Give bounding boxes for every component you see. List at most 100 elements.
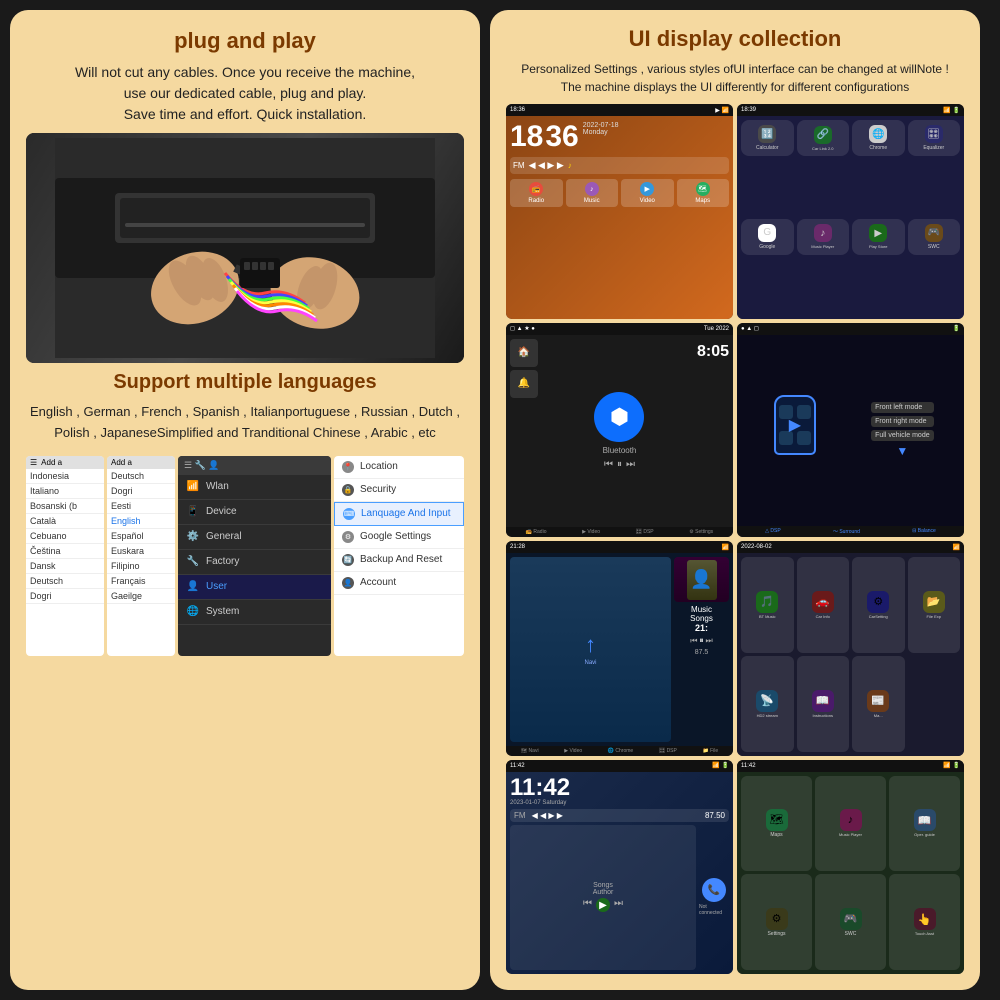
ui2-content: 🔢 Calculator 🔗 Car Link 2.0 🌐 Chrome 🎛 E…	[737, 116, 964, 319]
ui-screenshot-1: 18:36▶ 📶 18 36 2022-07-18 Monday FM ◀ ◀ …	[506, 104, 733, 319]
settings-main-menu: ☰ 🔧 👤 📶 Wlan 📱 Device ⚙️ General 🔧 Facto…	[178, 456, 331, 656]
lang-item: Bosanski (b	[26, 499, 104, 514]
status-bar-1: 18:36▶ 📶	[506, 104, 733, 116]
menu-wlan[interactable]: 📶 Wlan	[178, 475, 331, 500]
settings-mockup: ☰Add a Indonesia Italiano Bosanski (b Ca…	[26, 456, 464, 656]
lang-list-header-1: ☰Add a	[26, 456, 104, 469]
plug-title: plug and play	[26, 28, 464, 54]
lang-item: Español	[107, 529, 175, 544]
ui-screenshot-8: 11:42📶 🔋 🗺 Maps ♪ Music Player 📖 Oper. g…	[737, 760, 964, 975]
submenu-security[interactable]: 🔒 Security	[334, 479, 464, 502]
location-icon: 📍	[342, 461, 354, 473]
plug-desc: Will not cut any cables. Once you receiv…	[26, 62, 464, 125]
musicplayer-app: ♪ Music Player	[797, 219, 850, 255]
submenu-google[interactable]: ⚙ Google Settings	[334, 526, 464, 549]
swc-app: 🎮 SWC	[908, 219, 961, 255]
menu-factory[interactable]: 🔧 Factory	[178, 550, 331, 575]
right-submenu: 📍 Location 🔒 Security ⌨ Lanquage And Inp…	[334, 456, 464, 656]
lang-item: Dogri	[107, 484, 175, 499]
status-bar-3: ◻ ▲ ★ ●Tue 2022	[506, 323, 733, 335]
lang-item: Dansk	[26, 559, 104, 574]
google-app: G Google	[741, 219, 794, 255]
ui3-bottom-bar: 📻 Radio ▶ Video 🎛 DSP ⚙ Settings	[506, 527, 733, 537]
ui5-bottom-bar: 🗺 Navi ▶ Video 🌐 Chrome 🎛 DSP 📁 File	[506, 746, 733, 756]
status-bar-2: 18:39📶 🔋	[737, 104, 964, 116]
ui-screenshot-6: 2022-08-02📶 🎵 BT Music 🚗 Car Info ⚙ CarS…	[737, 541, 964, 756]
ui-screenshot-3: ◻ ▲ ★ ●Tue 2022 🏠 🔔 ⬢ Bluetooth ⏮	[506, 323, 733, 538]
lang-list-2: Add a Deutsch Dogri Eesti English Españo…	[107, 456, 175, 656]
ui1-content: 18 36 2022-07-18 Monday FM ◀ ◀ ▶ ▶ ♪ 📻	[506, 116, 733, 319]
settings-header: ☰ 🔧 👤	[178, 456, 331, 475]
lang-item: Filipino	[107, 559, 175, 574]
right-panel: UI display collection Personalized Setti…	[490, 10, 980, 990]
menu-general[interactable]: ⚙️ General	[178, 525, 331, 550]
lang-item: Italiano	[26, 484, 104, 499]
dsp-mode-buttons: Front left mode Front right mode Full ve…	[871, 402, 933, 458]
calculator-app: 🔢 Calculator	[741, 120, 794, 156]
lang-item: Euskara	[107, 544, 175, 559]
ui-screenshot-2: 18:39📶 🔋 🔢 Calculator 🔗 Car Link 2.0 🌐 C…	[737, 104, 964, 319]
ui3-content: 🏠 🔔 ⬢ Bluetooth ⏮ ⏸ ⏭	[506, 335, 733, 528]
maps-app: 🗺 Maps	[677, 179, 730, 207]
submenu-language[interactable]: ⌨ Lanquage And Input	[334, 502, 464, 526]
ui8-content: 🗺 Maps ♪ Music Player 📖 Oper. guide ⚙ Se…	[737, 772, 964, 975]
support-title: Support multiple languages	[26, 371, 464, 394]
languages-text: English , German , French , Spanish , It…	[26, 402, 464, 444]
lang-item: Indonesia	[26, 469, 104, 484]
submenu-location[interactable]: 📍 Location	[334, 456, 464, 479]
ui-collection-title: UI display collection	[506, 26, 964, 52]
menu-user[interactable]: 👤 User	[178, 575, 331, 600]
ui7-content: 11:42 2023-01-07 Saturday FM ◀ ◀ ▶ ▶ 87.…	[506, 772, 733, 975]
lang-item: Deutsch	[26, 574, 104, 589]
chrome-app: 🌐 Chrome	[852, 120, 905, 156]
lang-item: English	[107, 514, 175, 529]
system-icon: 🌐	[186, 605, 200, 619]
ui4-bottom-bar: △ DSP 〜 Surround ⊟ Balance	[737, 526, 964, 537]
lang-item: Eesti	[107, 499, 175, 514]
account-icon: 👤	[342, 577, 354, 589]
submenu-account[interactable]: 👤 Account	[334, 572, 464, 595]
music-app: ♪ Music	[566, 179, 619, 207]
ui6-content: 🎵 BT Music 🚗 Car Info ⚙ CarSetting 📂 Fil…	[737, 553, 964, 756]
video-app: ▶ Video	[621, 179, 674, 207]
ui-screenshot-7: 11:42📶 🔋 11:42 2023-01-07 Saturday FM ◀ …	[506, 760, 733, 975]
status-bar-8: 11:42📶 🔋	[737, 760, 964, 772]
plug-image	[26, 133, 464, 363]
lang-item: Čeština	[26, 544, 104, 559]
user-icon: 👤	[186, 580, 200, 594]
ui-screenshot-4: ● ▲ ◻🔋 ▶ Front lef	[737, 323, 964, 538]
lang-list-header-2: Add a	[107, 456, 175, 469]
carlink-app: 🔗 Car Link 2.0	[797, 120, 850, 156]
status-bar-5: 21:28📶	[506, 541, 733, 553]
google-settings-icon: ⚙	[342, 531, 354, 543]
wlan-icon: 📶	[186, 480, 200, 494]
status-bar-4: ● ▲ ◻🔋	[737, 323, 964, 335]
lang-item: Deutsch	[107, 469, 175, 484]
ui1-apps: 📻 Radio ♪ Music ▶ Video 🗺 Maps	[510, 179, 729, 207]
ui4-content: ▶ Front left mode Front right mode Full …	[737, 335, 964, 527]
menu-system[interactable]: 🌐 System	[178, 600, 331, 625]
lang-item: Gaeilge	[107, 589, 175, 604]
status-bar-7: 11:42📶 🔋	[506, 760, 733, 772]
device-icon: 📱	[186, 505, 200, 519]
backup-icon: 🔄	[342, 554, 354, 566]
left-panel: plug and play Will not cut any cables. O…	[10, 10, 480, 990]
ui1-time: 18 36	[510, 120, 579, 154]
ui-screenshot-grid: 18:36▶ 📶 18 36 2022-07-18 Monday FM ◀ ◀ …	[506, 104, 964, 974]
full-vehicle-mode[interactable]: Full vehicle mode	[871, 430, 933, 441]
lang-item: Dogri	[26, 589, 104, 604]
playstore-app: ▶ Play Store	[852, 219, 905, 255]
front-left-mode[interactable]: Front left mode	[871, 402, 933, 413]
menu-device[interactable]: 📱 Device	[178, 500, 331, 525]
lang-item: Cebuano	[26, 529, 104, 544]
lock-icon: 🔒	[342, 484, 354, 496]
ui-collection-desc: Personalized Settings , various styles o…	[506, 60, 964, 96]
submenu-backup[interactable]: 🔄 Backup And Reset	[334, 549, 464, 572]
lang-item: Català	[26, 514, 104, 529]
factory-icon: 🔧	[186, 555, 200, 569]
ui-screenshot-5: 21:28📶 ↑ Navi 👤 Music Songs 21:	[506, 541, 733, 756]
ui5-content: ↑ Navi 👤 Music Songs 21: ⏮ ⏸	[506, 553, 733, 746]
status-bar-6: 2022-08-02📶	[737, 541, 964, 553]
front-right-mode[interactable]: Front right mode	[871, 416, 933, 427]
general-icon: ⚙️	[186, 530, 200, 544]
